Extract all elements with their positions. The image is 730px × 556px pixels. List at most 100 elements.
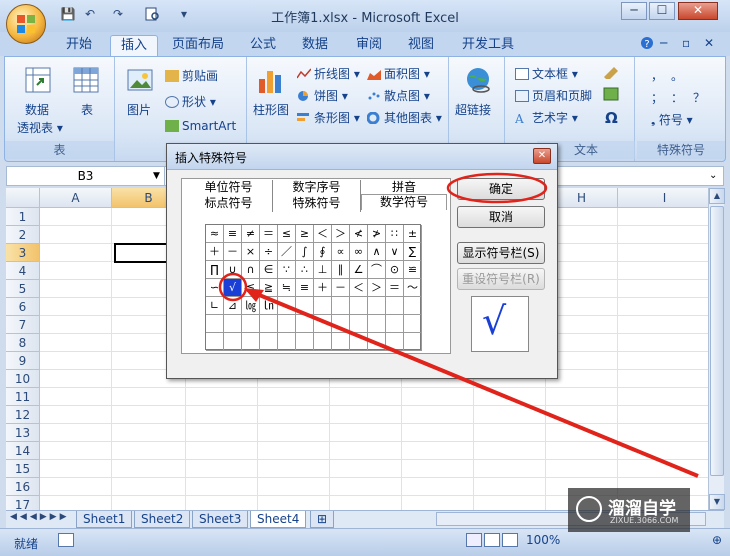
tab-punctuation[interactable]: 标点符号 bbox=[185, 196, 273, 212]
symbol-cell[interactable]: ＝ bbox=[386, 279, 404, 297]
tab-view[interactable]: 视图 bbox=[398, 35, 444, 56]
tab-math-symbols[interactable]: 数学符号 bbox=[361, 194, 447, 210]
symbol-cell[interactable]: ∮ bbox=[314, 243, 332, 261]
row-header-17[interactable]: 17 bbox=[6, 496, 40, 510]
symbol-cell[interactable]: ㏒ bbox=[242, 297, 260, 315]
wordart-button[interactable]: A 艺术字 ▾ bbox=[514, 109, 578, 126]
symbol-cell[interactable]: ≌ bbox=[404, 261, 422, 279]
symbol-cell[interactable] bbox=[260, 333, 278, 351]
tab-data[interactable]: 数据 bbox=[292, 35, 338, 56]
symbol-cell[interactable] bbox=[314, 315, 332, 333]
symbol-cell[interactable]: ＋ bbox=[314, 279, 332, 297]
symbol-button[interactable]: ❟ 符号 ▾ bbox=[651, 111, 693, 128]
header-footer-button[interactable]: 页眉和页脚 bbox=[515, 87, 592, 104]
bar-chart-button[interactable]: 条形图 ▾ bbox=[297, 109, 360, 126]
show-symbol-bar-button[interactable]: 显示符号栏(S) bbox=[457, 242, 545, 264]
tab-home[interactable]: 开始 bbox=[56, 35, 102, 56]
hyperlink-button[interactable] bbox=[463, 65, 493, 98]
object-icon[interactable] bbox=[603, 87, 621, 104]
row-header-3[interactable]: 3 bbox=[6, 244, 40, 262]
ok-button[interactable]: 确定 bbox=[457, 178, 545, 200]
symbol-cell[interactable] bbox=[224, 333, 242, 351]
scroll-down-icon[interactable]: ▼ bbox=[709, 494, 725, 510]
close-button[interactable]: ✕ bbox=[678, 2, 718, 20]
symbol-cell[interactable]: ⊥ bbox=[314, 261, 332, 279]
row-header-10[interactable]: 10 bbox=[6, 370, 40, 388]
symbol-cell[interactable]: ≯ bbox=[368, 225, 386, 243]
symbol-cell[interactable]: ≡ bbox=[296, 279, 314, 297]
dialog-close-button[interactable]: ✕ bbox=[533, 148, 551, 164]
tab-developer[interactable]: 开发工具 bbox=[452, 35, 524, 56]
row-header-8[interactable]: 8 bbox=[6, 334, 40, 352]
symbol-cell[interactable]: ∷ bbox=[386, 225, 404, 243]
pivot-table-button[interactable] bbox=[23, 65, 53, 98]
tab-number-ordinals[interactable]: 数字序号 bbox=[273, 180, 361, 196]
symbol-cell[interactable]: ⊙ bbox=[386, 261, 404, 279]
normal-view-icon[interactable] bbox=[466, 533, 482, 547]
pie-chart-button[interactable]: 饼图 ▾ bbox=[297, 87, 348, 104]
row-header-6[interactable]: 6 bbox=[6, 298, 40, 316]
column-chart-button[interactable] bbox=[255, 65, 285, 98]
textbox-button[interactable]: 文本框 ▾ bbox=[515, 65, 578, 82]
page-layout-view-icon[interactable] bbox=[484, 533, 500, 547]
symbol-cell[interactable] bbox=[278, 297, 296, 315]
ribbon-close-icon[interactable]: ✕ bbox=[704, 36, 714, 50]
row-header-12[interactable]: 12 bbox=[6, 406, 40, 424]
symbol-cell[interactable] bbox=[404, 333, 422, 351]
symbol-cell[interactable] bbox=[260, 315, 278, 333]
symbol-cell[interactable]: ∽ bbox=[206, 279, 224, 297]
symbol-cell[interactable]: ∧ bbox=[368, 243, 386, 261]
symbol-cell[interactable] bbox=[206, 315, 224, 333]
symbol-cell[interactable]: ≤ bbox=[278, 225, 296, 243]
vertical-scrollbar[interactable]: ▲ ▼ bbox=[708, 188, 725, 510]
symbol-cell[interactable] bbox=[206, 333, 224, 351]
symbol-cell[interactable] bbox=[224, 315, 242, 333]
other-charts-button[interactable]: 其他图表 ▾ bbox=[366, 109, 442, 126]
symbol-cell[interactable]: ∟ bbox=[206, 297, 224, 315]
symbol-cell[interactable]: ≒ bbox=[278, 279, 296, 297]
ribbon-restore-icon[interactable]: ▫ bbox=[682, 36, 690, 50]
symbol-cell[interactable] bbox=[350, 333, 368, 351]
symbol-cell[interactable]: ⌒ bbox=[368, 261, 386, 279]
symbol-cell[interactable]: － bbox=[332, 279, 350, 297]
symbol-cell[interactable] bbox=[386, 297, 404, 315]
symbol-cell[interactable]: ∞ bbox=[350, 243, 368, 261]
symbol-cell[interactable]: ∵ bbox=[278, 261, 296, 279]
symbol-cell-selected[interactable]: √ bbox=[224, 279, 242, 297]
row-header-15[interactable]: 15 bbox=[6, 460, 40, 478]
symbol-cell[interactable]: ∴ bbox=[296, 261, 314, 279]
symbol-cell[interactable] bbox=[242, 333, 260, 351]
symbol-grid[interactable]: ≈ ≡ ≠ ＝ ≤ ≥ ＜＞ ≮ ≯ ∷ ± ＋－ × ÷ ／ ∫ ∮ ∝ ∞ ∧ ∨ ∑ ∏ ∪ ∩ ∈ ∵ ∴ ⊥ ∥ ∠ ⌒ ⊙ ≌ ∽ √ ≦ ≧… bbox=[205, 224, 422, 351]
symbol-cell[interactable]: ＞ bbox=[332, 225, 350, 243]
symbol-cell[interactable] bbox=[296, 315, 314, 333]
symbol-cell[interactable]: ≥ bbox=[296, 225, 314, 243]
row-header-2[interactable]: 2 bbox=[6, 226, 40, 244]
signature-line-icon[interactable] bbox=[603, 65, 621, 82]
symbol-cell[interactable]: ∪ bbox=[224, 261, 242, 279]
symbol-cell[interactable] bbox=[314, 333, 332, 351]
symbol-cell[interactable]: ≡ bbox=[224, 225, 242, 243]
symbol-cell[interactable] bbox=[332, 297, 350, 315]
symbol-cell[interactable]: ≠ bbox=[242, 225, 260, 243]
symbol-cell[interactable]: ∝ bbox=[332, 243, 350, 261]
cancel-button[interactable]: 取消 bbox=[457, 206, 545, 228]
select-all-corner[interactable] bbox=[6, 188, 40, 208]
symbol-cell[interactable]: × bbox=[242, 243, 260, 261]
row-header-7[interactable]: 7 bbox=[6, 316, 40, 334]
symbol-cell[interactable] bbox=[368, 297, 386, 315]
maximize-button[interactable]: ☐ bbox=[649, 2, 675, 20]
minimize-button[interactable]: ─ bbox=[621, 2, 647, 20]
symbol-cell[interactable] bbox=[278, 315, 296, 333]
symbol-cell[interactable] bbox=[242, 315, 260, 333]
symbol-cell[interactable]: ∫ bbox=[296, 243, 314, 261]
smartart-button[interactable]: SmartArt bbox=[165, 119, 236, 133]
tab-insert[interactable]: 插入 bbox=[110, 35, 159, 56]
name-box[interactable]: B3 bbox=[7, 167, 165, 185]
symbol-cell[interactable] bbox=[368, 333, 386, 351]
symbol-cell[interactable] bbox=[386, 315, 404, 333]
symbol-cell[interactable]: ∈ bbox=[260, 261, 278, 279]
special-char-period[interactable]: 。 bbox=[671, 67, 683, 84]
symbol-cell[interactable]: ≧ bbox=[260, 279, 278, 297]
symbol-cell[interactable]: ≮ bbox=[350, 225, 368, 243]
symbol-cell[interactable]: ＝ bbox=[260, 225, 278, 243]
